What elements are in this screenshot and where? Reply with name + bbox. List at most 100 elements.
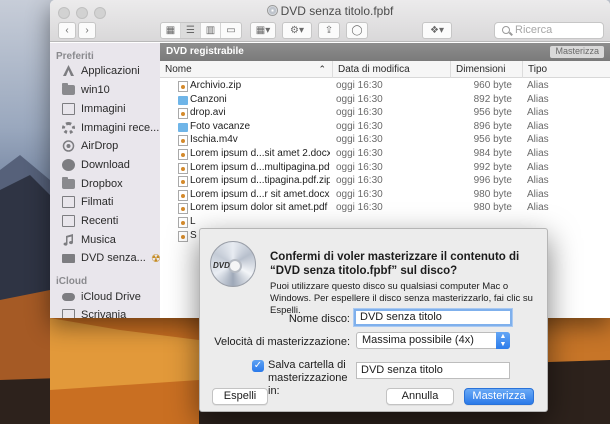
sidebar-item-airdrop[interactable]: AirDrop [62, 137, 118, 155]
file-row[interactable]: Archivio.zip oggi 16:30 960 byte Alias [160, 79, 610, 93]
sidebar-item-applicazioni[interactable]: Applicazioni [62, 62, 140, 80]
sidebar-section-favorites: Preferiti [56, 51, 94, 62]
column-size[interactable]: Dimensioni [450, 61, 522, 78]
sort-chevron-icon: ⌃ [318, 64, 326, 74]
sidebar-item-win10[interactable]: win10 [62, 81, 110, 99]
sidebar-item-dropbox[interactable]: Dropbox [62, 175, 123, 193]
tags-button[interactable]: ◯ [346, 22, 368, 39]
radiation-burn-icon[interactable]: ☢ [151, 252, 160, 265]
folder-icon [178, 95, 188, 105]
file-date: oggi 16:30 [336, 80, 383, 91]
sidebar-item-immagini[interactable]: Immagini [62, 100, 126, 118]
chevron-updown-icon: ▲ ▼ [496, 332, 510, 349]
alias-file-icon [178, 135, 188, 147]
sidebar-item-icloud-drive[interactable]: iCloud Drive [62, 288, 141, 306]
file-row[interactable]: Lorem ipsum d...multipagina.pdf oggi 16:3… [160, 161, 610, 175]
column-name[interactable]: Nome ⌃ [160, 61, 332, 78]
file-kind: Alias [527, 188, 549, 200]
file-row[interactable]: Foto vacanze oggi 16:30 896 byte Alias [160, 120, 610, 134]
file-size: 960 byte [473, 80, 512, 91]
tag-icon: ◯ [351, 25, 363, 36]
icon-view-icon[interactable]: ▦ [161, 23, 181, 38]
file-name: Lorem ipsum d...multipagina.pdf [190, 161, 330, 173]
file-size: 980 byte [473, 202, 512, 214]
film-icon [62, 196, 75, 208]
file-row[interactable]: Ischia.m4v oggi 16:30 956 byte Alias [160, 133, 610, 147]
file-name: Foto vacanze [190, 120, 251, 132]
sidebar: Preferiti Applicazioni win10 Immagini Im… [50, 43, 160, 318]
action-button[interactable]: ⚙▾ [282, 22, 312, 39]
burn-bar: DVD registrabile Masterizza [160, 43, 610, 61]
column-date[interactable]: Data di modifica [332, 61, 450, 78]
file-size: 956 byte [473, 134, 512, 146]
dropbox-button[interactable]: ❖▾ [422, 22, 452, 39]
save-folder-name-field[interactable]: DVD senza titolo [356, 362, 510, 379]
cancel-button[interactable]: Annulla [386, 388, 454, 405]
gallery-view-icon[interactable]: ▭ [221, 23, 241, 38]
group-icon: ▦▾ [255, 25, 271, 36]
back-button[interactable]: ‹ [58, 22, 76, 39]
file-date: oggi 16:30 [336, 93, 383, 105]
burn-button[interactable]: Masterizza [464, 388, 534, 405]
file-row[interactable]: L [160, 215, 610, 229]
file-size: 984 byte [473, 148, 512, 159]
sidebar-item-download[interactable]: Download [62, 156, 130, 174]
alias-file-icon [178, 189, 188, 201]
search-icon [502, 26, 510, 34]
file-date: oggi 16:30 [336, 148, 383, 159]
file-row[interactable]: Lorem ipsum d...sit amet 2.docx oggi 16:3… [160, 147, 610, 161]
sidebar-item-musica[interactable]: Musica [62, 231, 116, 249]
file-row[interactable]: Canzoni oggi 16:30 892 byte Alias [160, 93, 610, 107]
music-icon [62, 234, 75, 246]
sidebar-item-filmati[interactable]: Filmati [62, 193, 113, 211]
recents-icon [62, 215, 75, 227]
file-name: Lorem ipsum dolor sit amet.pdf [190, 202, 328, 214]
camera-icon [62, 103, 75, 115]
sidebar-item-dvd-senza-titolo[interactable]: DVD senza... ☢ [62, 249, 160, 267]
file-row[interactable]: Lorem ipsum dolor sit amet.pdf oggi 16:30… [160, 201, 610, 215]
file-row[interactable]: Lorem ipsum d...tipagina.pdf.zip oggi 16:… [160, 174, 610, 188]
title-bar: DVD senza titolo.fpbf ‹ › ▦ ☰ ▥ ▭ ▦▾ ⚙▾ … [50, 0, 610, 42]
folder-icon [178, 122, 188, 132]
file-size: 896 byte [473, 120, 512, 132]
sidebar-item-scrivania[interactable]: Scrivania [62, 306, 126, 318]
burn-bar-button[interactable]: Masterizza [550, 46, 604, 58]
forward-button[interactable]: › [78, 22, 96, 39]
folder-icon [62, 177, 75, 189]
file-size: 892 byte [473, 93, 512, 105]
sidebar-item-immagini-recenti[interactable]: Immagini rece... [62, 119, 159, 137]
file-kind: Alias [527, 120, 549, 132]
view-mode-control[interactable]: ▦ ☰ ▥ ▭ [160, 22, 242, 39]
file-row[interactable]: Lorem ipsum d...r sit amet.docx oggi 16:3… [160, 188, 610, 202]
sidebar-item-recenti[interactable]: Recenti [62, 212, 118, 230]
applications-icon [62, 65, 75, 77]
file-name: Lorem ipsum d...sit amet 2.docx [190, 148, 330, 159]
share-button[interactable]: ⇪ [318, 22, 340, 39]
alias-file-icon [178, 81, 188, 92]
speed-select[interactable]: Massima possibile (4x) ▲ ▼ [356, 332, 510, 349]
folder-icon [62, 83, 75, 95]
file-name: Ischia.m4v [190, 134, 238, 146]
alias-file-icon [178, 162, 188, 174]
disc-icon [266, 5, 278, 16]
file-date: oggi 16:30 [336, 134, 383, 146]
alias-file-icon [178, 217, 188, 228]
alias-file-icon [178, 149, 188, 160]
eject-button[interactable]: Espelli [212, 388, 268, 405]
group-button[interactable]: ▦▾ [250, 22, 276, 39]
desktop-icon [62, 309, 75, 318]
search-input[interactable]: Ricerca [494, 22, 604, 39]
file-kind: Alias [527, 175, 549, 187]
file-row[interactable]: drop.avi oggi 16:30 956 byte Alias [160, 106, 610, 120]
save-folder-checkbox[interactable]: ✓ [252, 360, 264, 372]
disc-name-field[interactable]: DVD senza titolo [354, 309, 512, 326]
column-view-icon[interactable]: ▥ [201, 23, 221, 38]
dropbox-icon: ❖▾ [430, 25, 444, 36]
file-size: 996 byte [473, 175, 512, 187]
column-kind[interactable]: Tipo [522, 61, 610, 78]
file-name: Archivio.zip [190, 80, 242, 91]
list-view-icon[interactable]: ☰ [181, 23, 201, 38]
file-date: oggi 16:30 [336, 202, 383, 214]
sidebar-section-icloud: iCloud [56, 276, 88, 287]
file-kind: Alias [527, 80, 549, 91]
